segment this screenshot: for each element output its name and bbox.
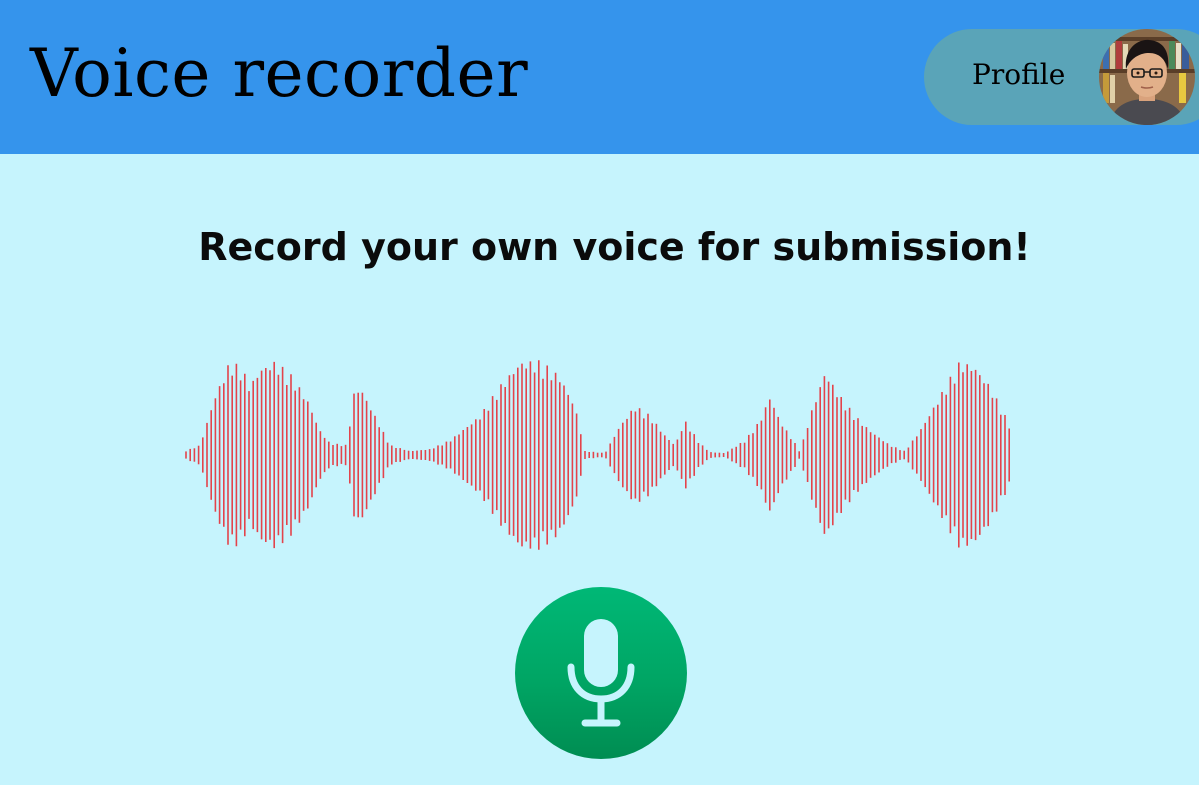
microphone-icon [567, 619, 635, 727]
audio-waveform [185, 360, 1011, 550]
avatar-photo-icon [1099, 29, 1195, 125]
profile-button[interactable]: Profile [924, 29, 1199, 125]
voice-recorder-page: Voice recorder Profile Record your own v… [0, 0, 1199, 785]
profile-label: Profile [972, 58, 1066, 91]
record-button[interactable] [515, 587, 687, 759]
avatar[interactable] [1099, 29, 1195, 125]
app-title: Voice recorder [30, 35, 529, 112]
app-header: Voice recorder Profile [0, 0, 1199, 154]
page-headline: Record your own voice for submission! [198, 225, 1031, 269]
